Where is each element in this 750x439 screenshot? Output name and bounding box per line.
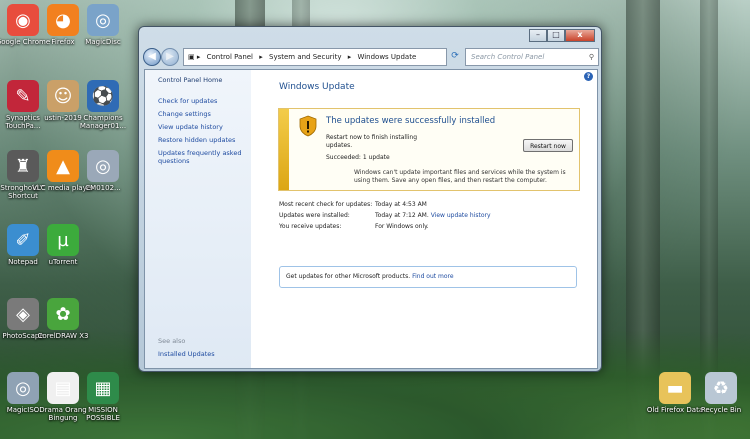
info-key: You receive updates: xyxy=(279,223,342,230)
info-key: Most recent check for updates: xyxy=(279,201,373,208)
warning-shield-icon xyxy=(299,115,317,137)
search-placeholder: Search Control Panel xyxy=(471,53,545,61)
status-color-bar xyxy=(279,109,289,190)
info-value: Today at 4:53 AM xyxy=(375,201,427,208)
main-panel: ? Windows Update The updates were succes… xyxy=(251,70,597,368)
info-key: Updates were installed: xyxy=(279,212,350,219)
navigation-bar: ◀ ▶ ▣ ▸ Control Panel ▸ System and Secur… xyxy=(143,47,599,67)
desktop-icon-label: Recycle Bin xyxy=(700,406,742,414)
maximize-button[interactable]: □ xyxy=(547,29,565,42)
disc-icon: ◎ xyxy=(87,4,119,36)
back-button[interactable]: ◀ xyxy=(143,48,161,66)
view-update-history-link[interactable]: View update history xyxy=(431,212,491,219)
update-info: Most recent check for updates: Today at … xyxy=(279,201,579,234)
address-bar[interactable]: ▣ ▸ Control Panel ▸ System and Security … xyxy=(183,48,447,66)
restart-warning: Windows can't update important files and… xyxy=(354,169,566,184)
address-path-icon: ▣ ▸ xyxy=(188,53,201,61)
breadcrumb-windows-update[interactable]: Windows Update xyxy=(357,53,416,61)
recycle-bin-icon: ♻ xyxy=(705,372,737,404)
sidebar-link-faq[interactable]: Updates frequently asked questions xyxy=(158,149,248,165)
desktop-icon-label: CM0102... xyxy=(85,184,121,192)
desktop-icon[interactable]: ◎ CM0102... xyxy=(72,150,134,192)
sidebar-link-view-history[interactable]: View update history xyxy=(158,123,248,131)
info-row: Most recent check for updates: Today at … xyxy=(279,201,579,212)
close-button[interactable]: x xyxy=(565,29,595,42)
search-input[interactable]: Search Control Panel ⚲ xyxy=(465,48,599,66)
desktop-icon-label: CorelDRAW X3 xyxy=(37,332,89,340)
sidebar-home-link[interactable]: Control Panel Home xyxy=(158,76,222,84)
sidebar-link-change-settings[interactable]: Change settings xyxy=(158,110,248,118)
info-value: For Windows only. xyxy=(375,223,429,230)
breadcrumb-system-security[interactable]: System and Security xyxy=(269,53,341,61)
forward-button[interactable]: ▶ xyxy=(161,48,179,66)
coreldraw-icon: ✿ xyxy=(47,298,79,330)
desktop-icon[interactable]: µ uTorrent xyxy=(32,224,94,266)
installed-updates-link[interactable]: Installed Updates xyxy=(158,350,215,358)
folder-icon: ▬ xyxy=(659,372,691,404)
info-row: You receive updates: For Windows only. xyxy=(279,223,579,234)
soccer-icon: ⚽ xyxy=(87,80,119,112)
desktop-icon-label: uTorrent xyxy=(48,258,78,266)
breadcrumb-separator-icon: ▸ xyxy=(347,53,352,61)
excel-icon: ▦ xyxy=(87,372,119,404)
restart-message: Restart now to finish installing updates… xyxy=(326,134,418,149)
desktop-icon[interactable]: ✿ CorelDRAW X3 xyxy=(32,298,94,340)
status-heading: The updates were successfully installed xyxy=(326,116,496,126)
breadcrumb-control-panel[interactable]: Control Panel xyxy=(207,53,253,61)
help-icon[interactable]: ? xyxy=(584,72,593,81)
restart-now-button[interactable]: Restart now xyxy=(523,139,573,152)
minimize-button[interactable]: – xyxy=(529,29,547,42)
info-value: Today at 7:12 AM. View update history xyxy=(375,212,491,219)
sidebar-links: Check for updates Change settings View u… xyxy=(158,97,248,170)
refresh-icon[interactable]: ⟳ xyxy=(448,48,462,64)
breadcrumb-separator-icon: ▸ xyxy=(259,53,263,61)
disc-icon: ◎ xyxy=(87,150,119,182)
update-status-panel: The updates were successfully installed … xyxy=(278,108,580,191)
see-also-label: See also xyxy=(158,337,186,345)
window-controls: – □ x xyxy=(529,29,595,42)
succeeded-count: Succeeded: 1 update xyxy=(326,154,390,161)
sidebar: Control Panel Home Check for updates Cha… xyxy=(145,70,251,368)
search-icon[interactable]: ⚲ xyxy=(589,49,594,65)
get-updates-panel: Get updates for other Microsoft products… xyxy=(279,266,577,288)
sidebar-link-restore-hidden[interactable]: Restore hidden updates xyxy=(158,136,248,144)
desktop-icon[interactable]: ◎ MagicDisc xyxy=(72,4,134,46)
desktop-icon-label: MagicDisc xyxy=(85,38,121,46)
desktop-icon[interactable]: ♻ Recycle Bin xyxy=(690,372,750,414)
get-updates-text: Get updates for other Microsoft products… xyxy=(286,273,411,280)
desktop-icon-label: Champions Manager01... xyxy=(79,114,127,130)
info-row: Updates were installed: Today at 7:12 AM… xyxy=(279,212,579,223)
content-area: Control Panel Home Check for updates Cha… xyxy=(144,69,598,369)
utorrent-icon: µ xyxy=(47,224,79,256)
find-out-more-link[interactable]: Find out more xyxy=(412,273,453,280)
desktop-icon-label: MISSION POSSIBLE xyxy=(86,406,120,422)
windows-update-window: – □ x ◀ ▶ ▣ ▸ Control Panel ▸ System and… xyxy=(138,26,602,372)
sidebar-link-check-updates[interactable]: Check for updates xyxy=(158,97,248,105)
page-title: Windows Update xyxy=(279,82,355,92)
desktop-icon[interactable]: ▦ MISSION POSSIBLE xyxy=(72,372,134,422)
installed-time: Today at 7:12 AM. xyxy=(375,212,429,219)
desktop-icon[interactable]: ⚽ Champions Manager01... xyxy=(72,80,134,130)
